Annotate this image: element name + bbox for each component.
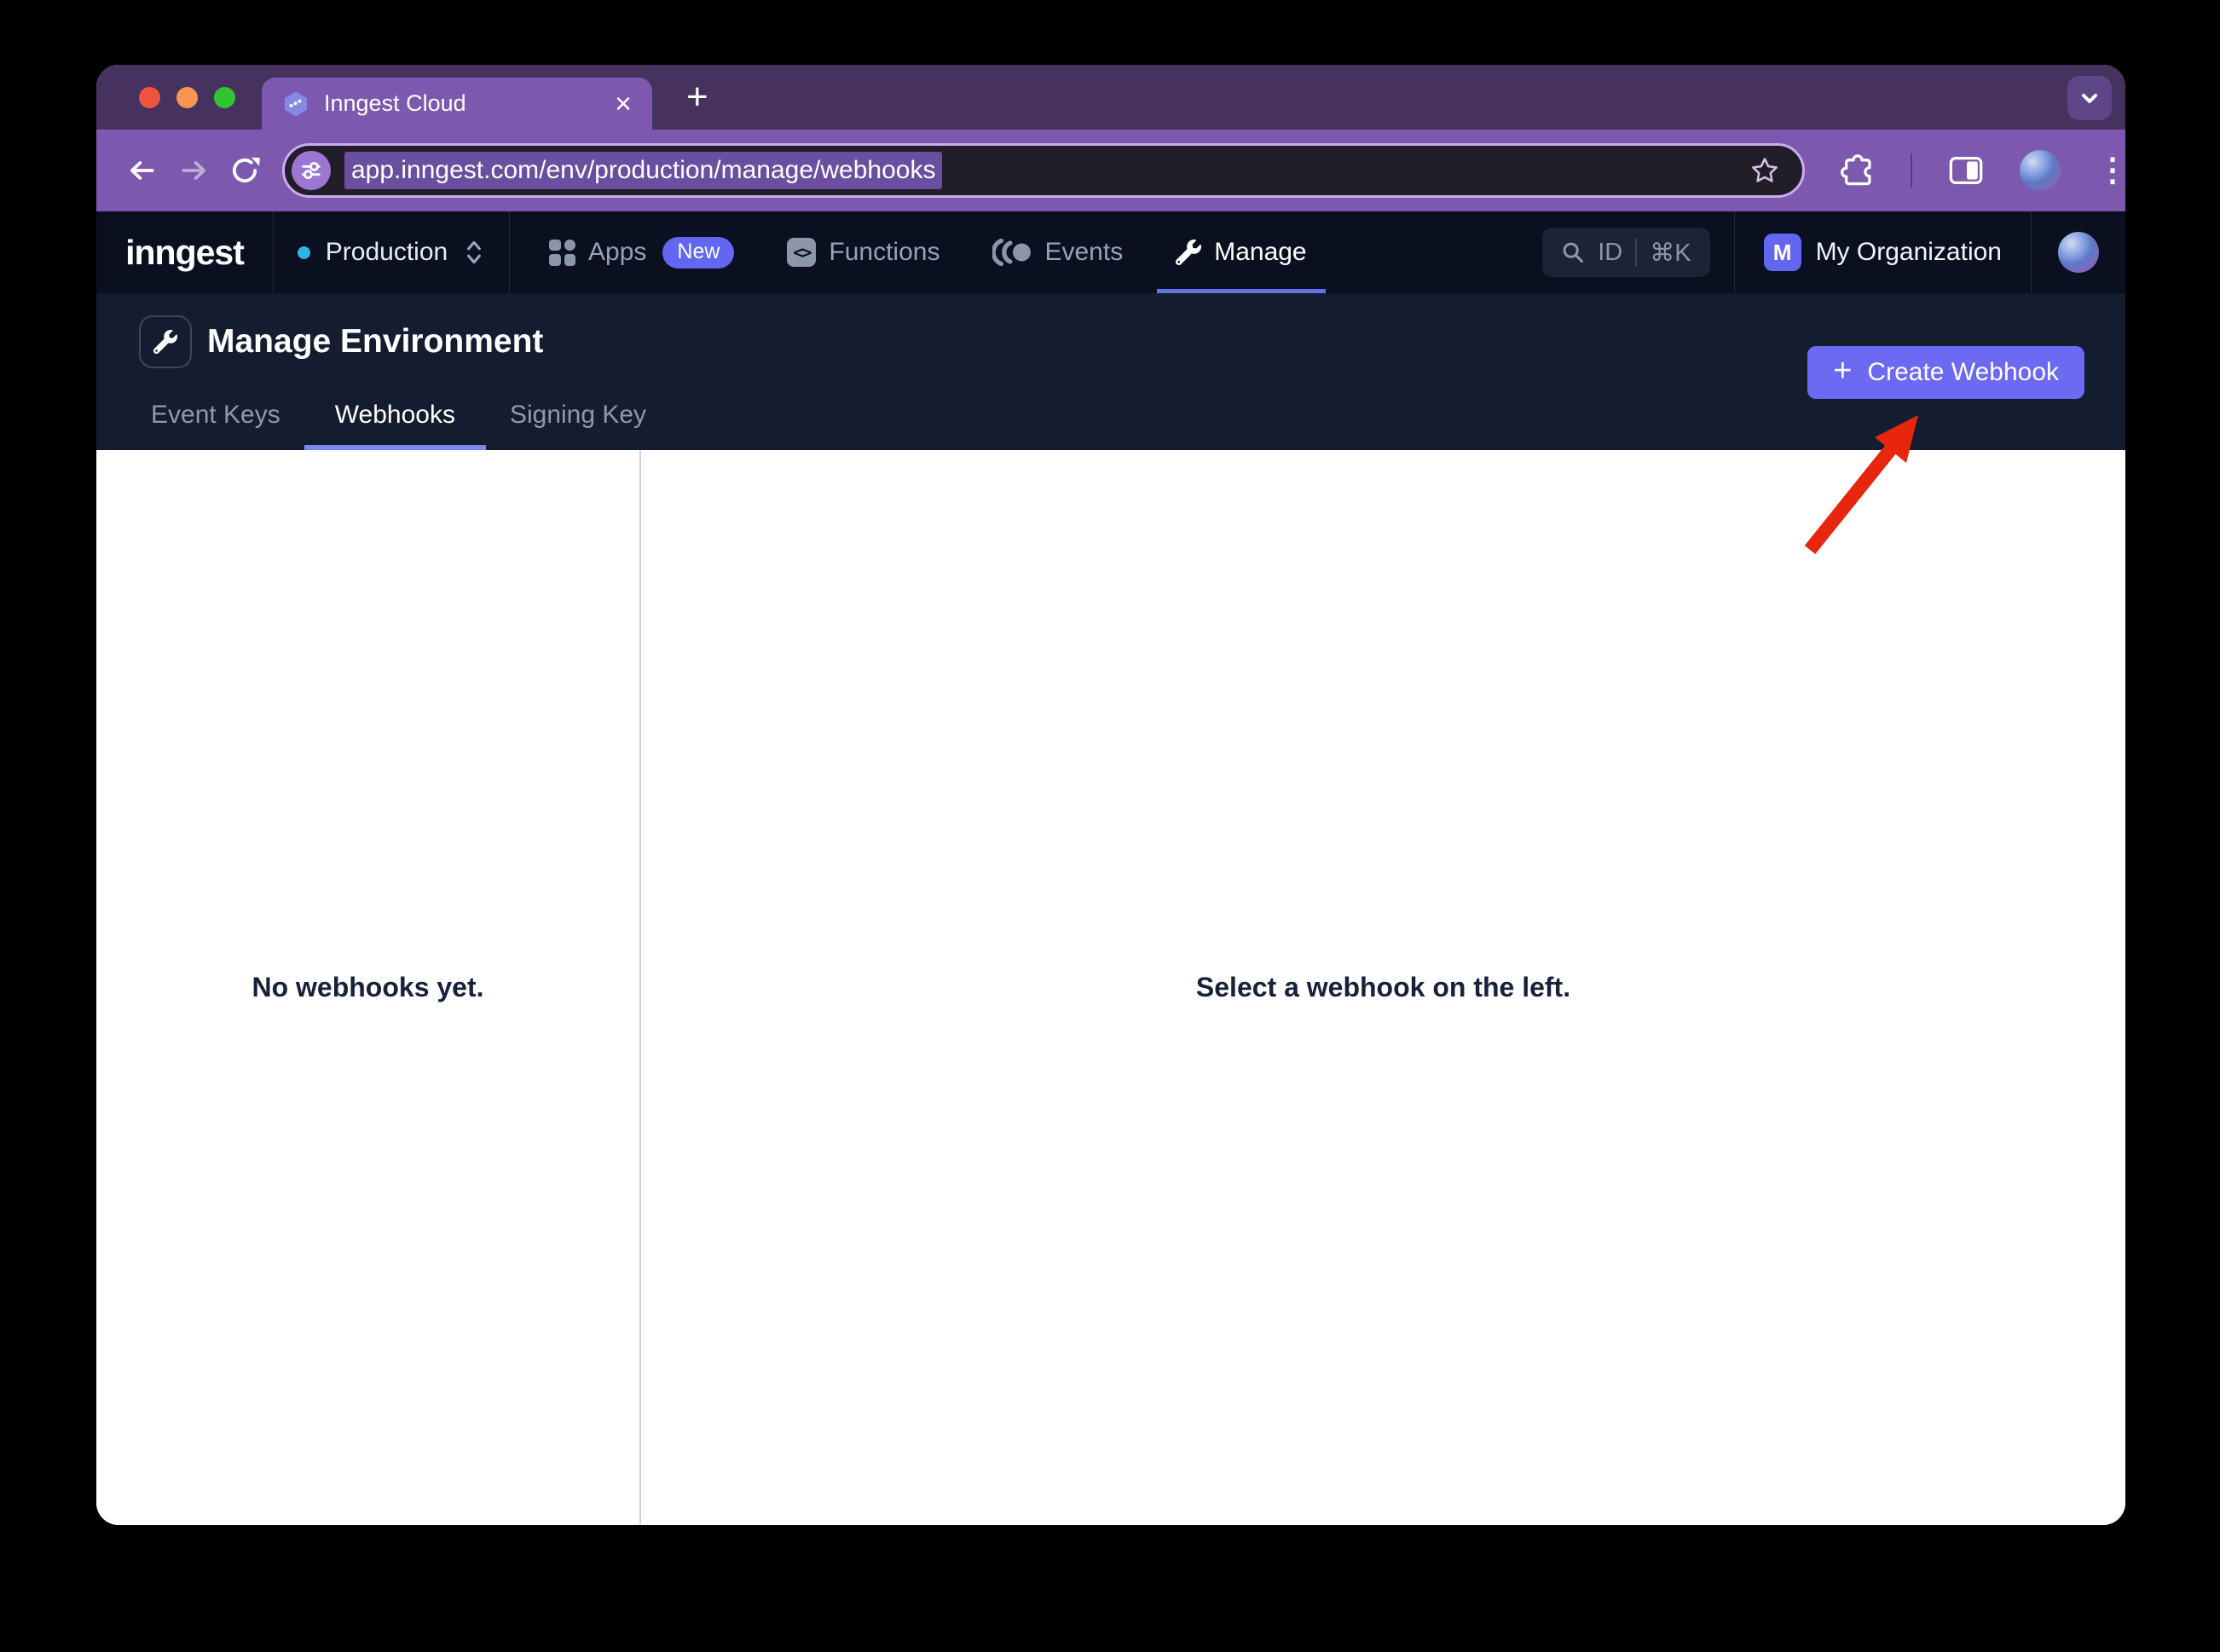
forward-arrow-icon <box>177 154 210 187</box>
wrench-icon <box>153 330 177 354</box>
search-icon <box>1561 240 1585 264</box>
site-settings-button[interactable] <box>292 151 331 190</box>
close-tab-icon[interactable]: × <box>615 90 632 118</box>
browser-toolbar: app.inngest.com/env/production/manage/we… <box>96 130 2125 211</box>
tab-strip: Inngest Cloud × + <box>96 65 2125 130</box>
extensions-button[interactable] <box>1841 153 1875 188</box>
page-title: Manage Environment <box>207 323 543 361</box>
inngest-favicon <box>282 90 309 118</box>
browser-tab[interactable]: Inngest Cloud × <box>262 78 652 130</box>
reload-button[interactable] <box>219 145 270 196</box>
toolbar-divider <box>1911 153 1912 188</box>
webhook-detail-panel: Select a webhook on the left. <box>641 450 2125 1525</box>
environment-switcher[interactable]: Production <box>274 211 510 293</box>
nav-manage-label: Manage <box>1214 238 1306 267</box>
organization-initial-badge: M <box>1764 234 1801 271</box>
desktop-background: Inngest Cloud × + <box>0 0 2220 1652</box>
search-divider <box>1635 239 1637 266</box>
browser-profile-avatar[interactable] <box>2020 150 2061 191</box>
webhooks-content: No webhooks yet. Select a webhook on the… <box>96 450 2125 1525</box>
inngest-logo[interactable]: inngest <box>96 211 274 293</box>
nav-item-events[interactable]: Events <box>992 211 1123 293</box>
environment-tabs: Event Keys Webhooks Signing Key <box>151 401 646 450</box>
forward-button[interactable] <box>168 145 219 196</box>
nav-events-label: Events <box>1044 238 1123 267</box>
side-panel-button[interactable] <box>1948 154 1984 187</box>
plus-icon: + <box>1833 353 1852 390</box>
functions-code-icon: <> <box>787 238 816 267</box>
apps-grid-icon <box>549 240 575 266</box>
site-settings-icon <box>299 159 323 182</box>
chevron-updown-icon <box>463 236 485 269</box>
tab-title: Inngest Cloud <box>324 90 466 117</box>
manage-environment-icon-box <box>139 315 192 368</box>
manage-environment-header: Manage Environment Event Keys Webhooks S… <box>96 293 2125 450</box>
events-icon <box>992 239 1032 266</box>
url-bar[interactable]: app.inngest.com/env/production/manage/we… <box>282 143 1805 198</box>
close-window-button[interactable] <box>139 87 160 108</box>
new-badge: New <box>662 237 734 269</box>
search-shortcut-box[interactable]: ID ⌘K <box>1542 228 1709 277</box>
back-arrow-icon <box>126 154 159 187</box>
nav-apps-label: Apps <box>588 238 646 267</box>
environment-name: Production <box>326 238 448 267</box>
star-icon <box>1749 155 1780 186</box>
back-button[interactable] <box>117 145 168 196</box>
bookmark-star-button[interactable] <box>1749 155 1780 186</box>
new-tab-button[interactable]: + <box>673 65 722 130</box>
search-shortcut: ⌘K <box>1650 238 1691 268</box>
tab-signing-key[interactable]: Signing Key <box>510 401 646 450</box>
tab-webhooks[interactable]: Webhooks <box>335 401 455 450</box>
tab-event-keys[interactable]: Event Keys <box>151 401 280 450</box>
create-webhook-label: Create Webhook <box>1867 358 2059 387</box>
reload-icon <box>228 154 261 187</box>
chevron-down-icon <box>2074 83 2105 113</box>
browser-menu-button[interactable]: ⋮ <box>2096 154 2125 187</box>
webhooks-list-panel: No webhooks yet. <box>96 450 641 1525</box>
nav-item-manage[interactable]: Manage <box>1176 211 1306 293</box>
toolbar-actions: ⋮ <box>1841 150 2125 191</box>
create-webhook-button[interactable]: + Create Webhook <box>1807 346 2084 399</box>
minimize-window-button[interactable] <box>176 87 198 108</box>
organization-name: My Organization <box>1816 238 2002 267</box>
user-menu[interactable] <box>2031 211 2125 293</box>
nav-right-cluster: ID ⌘K M My Organization <box>1542 211 2125 293</box>
window-controls <box>139 65 235 130</box>
user-avatar <box>2058 232 2099 273</box>
app-navbar: inngest Production Apps New <> <box>96 211 2125 293</box>
nav-functions-label: Functions <box>829 238 939 267</box>
environment-status-dot <box>298 246 310 259</box>
nav-links: Apps New <> Functions Events <box>549 211 1307 293</box>
webhooks-empty-message: No webhooks yet. <box>251 972 483 1003</box>
side-panel-icon <box>1948 154 1984 187</box>
webhook-select-message: Select a webhook on the left. <box>1196 972 1570 1003</box>
nav-item-functions[interactable]: <> Functions <box>787 211 939 293</box>
wrench-icon <box>1176 240 1201 265</box>
browser-window: Inngest Cloud × + <box>96 65 2125 1525</box>
fullscreen-window-button[interactable] <box>214 87 235 108</box>
extensions-puzzle-icon <box>1841 153 1875 188</box>
tab-search-button[interactable] <box>2067 76 2112 120</box>
nav-item-apps[interactable]: Apps New <box>549 211 734 293</box>
organization-menu[interactable]: M My Organization <box>1734 211 2031 293</box>
search-id-label: ID <box>1598 239 1622 267</box>
url-text[interactable]: app.inngest.com/env/production/manage/we… <box>344 152 942 189</box>
